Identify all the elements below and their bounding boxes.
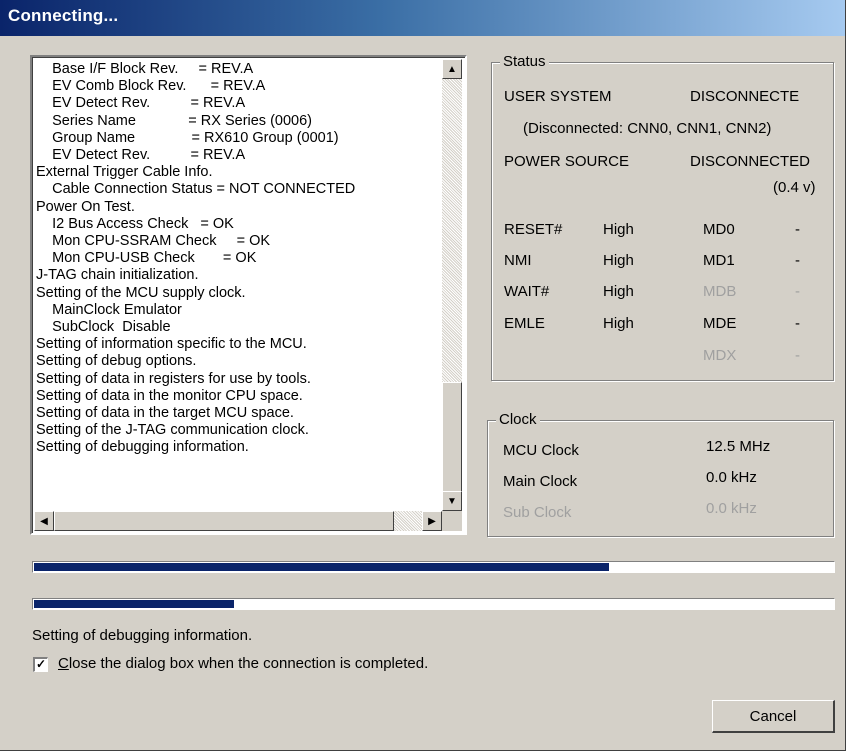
log-line: I2 Bus Access Check = OK [36,215,234,232]
arrow-down-icon: ▼ [447,495,457,507]
clock-group-title: Clock [496,411,540,428]
log-line: Setting of the J-TAG communication clock… [36,422,309,439]
log-line: Mon CPU-SSRAM Check = OK [36,233,271,250]
status-message: Setting of debugging information. [32,627,253,644]
check-mark-icon: ✓ [35,657,47,671]
main-clock-label: Main Clock [503,473,578,490]
main-clock-value: 0.0 kHz [706,469,757,486]
log-line: Setting of the MCU supply clock. [36,284,246,301]
log-line: Setting of data in registers for use by … [36,370,311,387]
scrollbar-corner [442,511,462,531]
log-line: J-TAG chain initialization. [36,267,199,284]
md0-label: MD0 [703,221,735,238]
md1-label: MD1 [703,252,735,269]
horizontal-scroll-thumb[interactable] [54,511,394,531]
title-bar[interactable]: Connecting... [0,0,845,36]
log-line: EV Detect Rev. = REV.A [36,147,246,164]
status-group-title: Status [500,53,549,70]
sub-clock-label: Sub Clock [503,504,572,521]
log-text: Base I/F Block Rev. = REV.A EV Comb Bloc… [36,61,440,511]
user-system-value: DISCONNECTE [690,88,800,105]
power-source-label: POWER SOURCE [504,153,630,170]
overall-progress-bar [32,561,835,573]
log-line: Cable Connection Status = NOT CONNECTED [36,181,356,198]
connection-log[interactable]: Base I/F Block Rev. = REV.A EV Comb Bloc… [30,55,467,535]
status-group: Status USER SYSTEM DISCONNECTE (Disconne… [491,53,834,381]
user-system-detail: (Disconnected: CNN0, CNN1, CNN2) [523,120,772,137]
connecting-dialog: Connecting... Base I/F Block Rev. = REV.… [0,0,846,751]
signal-wait-name: WAIT# [504,283,550,300]
mde-label: MDE [703,315,737,332]
power-source-voltage: (0.4 v) [773,179,816,196]
log-line: EV Comb Block Rev. = REV.A [36,78,266,95]
scroll-left-button[interactable]: ◀ [34,511,54,531]
log-line: Setting of information specific to the M… [36,336,307,353]
signal-emle-name: EMLE [504,315,545,332]
log-line: EV Detect Rev. = REV.A [36,95,246,112]
close-on-complete-text: lose the dialog box when the connection … [68,655,429,672]
horizontal-scrollbar[interactable]: ◀ ▶ [34,511,442,531]
power-source-value: DISCONNECTED [690,153,811,170]
mcu-clock-value: 12.5 MHz [706,438,771,455]
mdx-value: - [795,347,800,364]
close-on-complete-checkbox[interactable]: ✓ [33,657,48,672]
mdb-label: MDB [703,283,737,300]
vertical-scroll-thumb[interactable] [442,382,462,492]
step-progress-fill [34,600,234,608]
log-line: Series Name = RX Series (0006) [36,112,313,129]
clock-group: Clock MCU Clock 12.5 MHz Main Clock 0.0 … [487,411,834,537]
cancel-button[interactable]: Cancel [712,700,835,733]
signal-emle-level: High [603,315,634,332]
sub-clock-value: 0.0 kHz [706,500,757,517]
md0-value: - [795,221,800,238]
user-system-label: USER SYSTEM [504,88,612,105]
log-line: Setting of debug options. [36,353,197,370]
log-line: Power On Test. [36,198,135,215]
step-progress-bar [32,598,835,610]
log-line: Group Name = RX610 Group (0001) [36,129,339,146]
arrow-up-icon: ▲ [447,63,457,75]
close-on-complete-mnemonic: C [58,655,69,672]
mcu-clock-label: MCU Clock [503,442,579,459]
signal-wait-level: High [603,283,634,300]
md1-value: - [795,252,800,269]
signal-nmi-level: High [603,252,634,269]
log-line: Setting of debugging information. [36,439,249,456]
mde-value: - [795,315,800,332]
overall-progress-fill [34,563,609,571]
arrow-right-icon: ▶ [428,515,436,527]
scroll-up-button[interactable]: ▲ [442,59,462,79]
vertical-scrollbar[interactable]: ▲ ▼ [442,59,462,511]
arrow-left-icon: ◀ [40,515,48,527]
signal-reset-name: RESET# [504,221,563,238]
log-line: Setting of data in the target MCU space. [36,405,294,422]
log-line: Mon CPU-USB Check = OK [36,250,257,267]
window-title: Connecting... [8,6,119,25]
mdb-value: - [795,283,800,300]
log-line: External Trigger Cable Info. [36,164,213,181]
log-line: MainClock Emulator [36,301,182,318]
mdx-label: MDX [703,347,737,364]
scroll-down-button[interactable]: ▼ [442,491,462,511]
signal-reset-level: High [603,221,634,238]
scroll-right-button[interactable]: ▶ [422,511,442,531]
signal-nmi-name: NMI [504,252,532,269]
log-line: Base I/F Block Rev. = REV.A [36,61,254,77]
log-line: Setting of data in the monitor CPU space… [36,387,303,404]
close-on-complete-label[interactable]: Close the dialog box when the connection… [58,655,428,672]
log-line: SubClock Disable [36,319,171,336]
